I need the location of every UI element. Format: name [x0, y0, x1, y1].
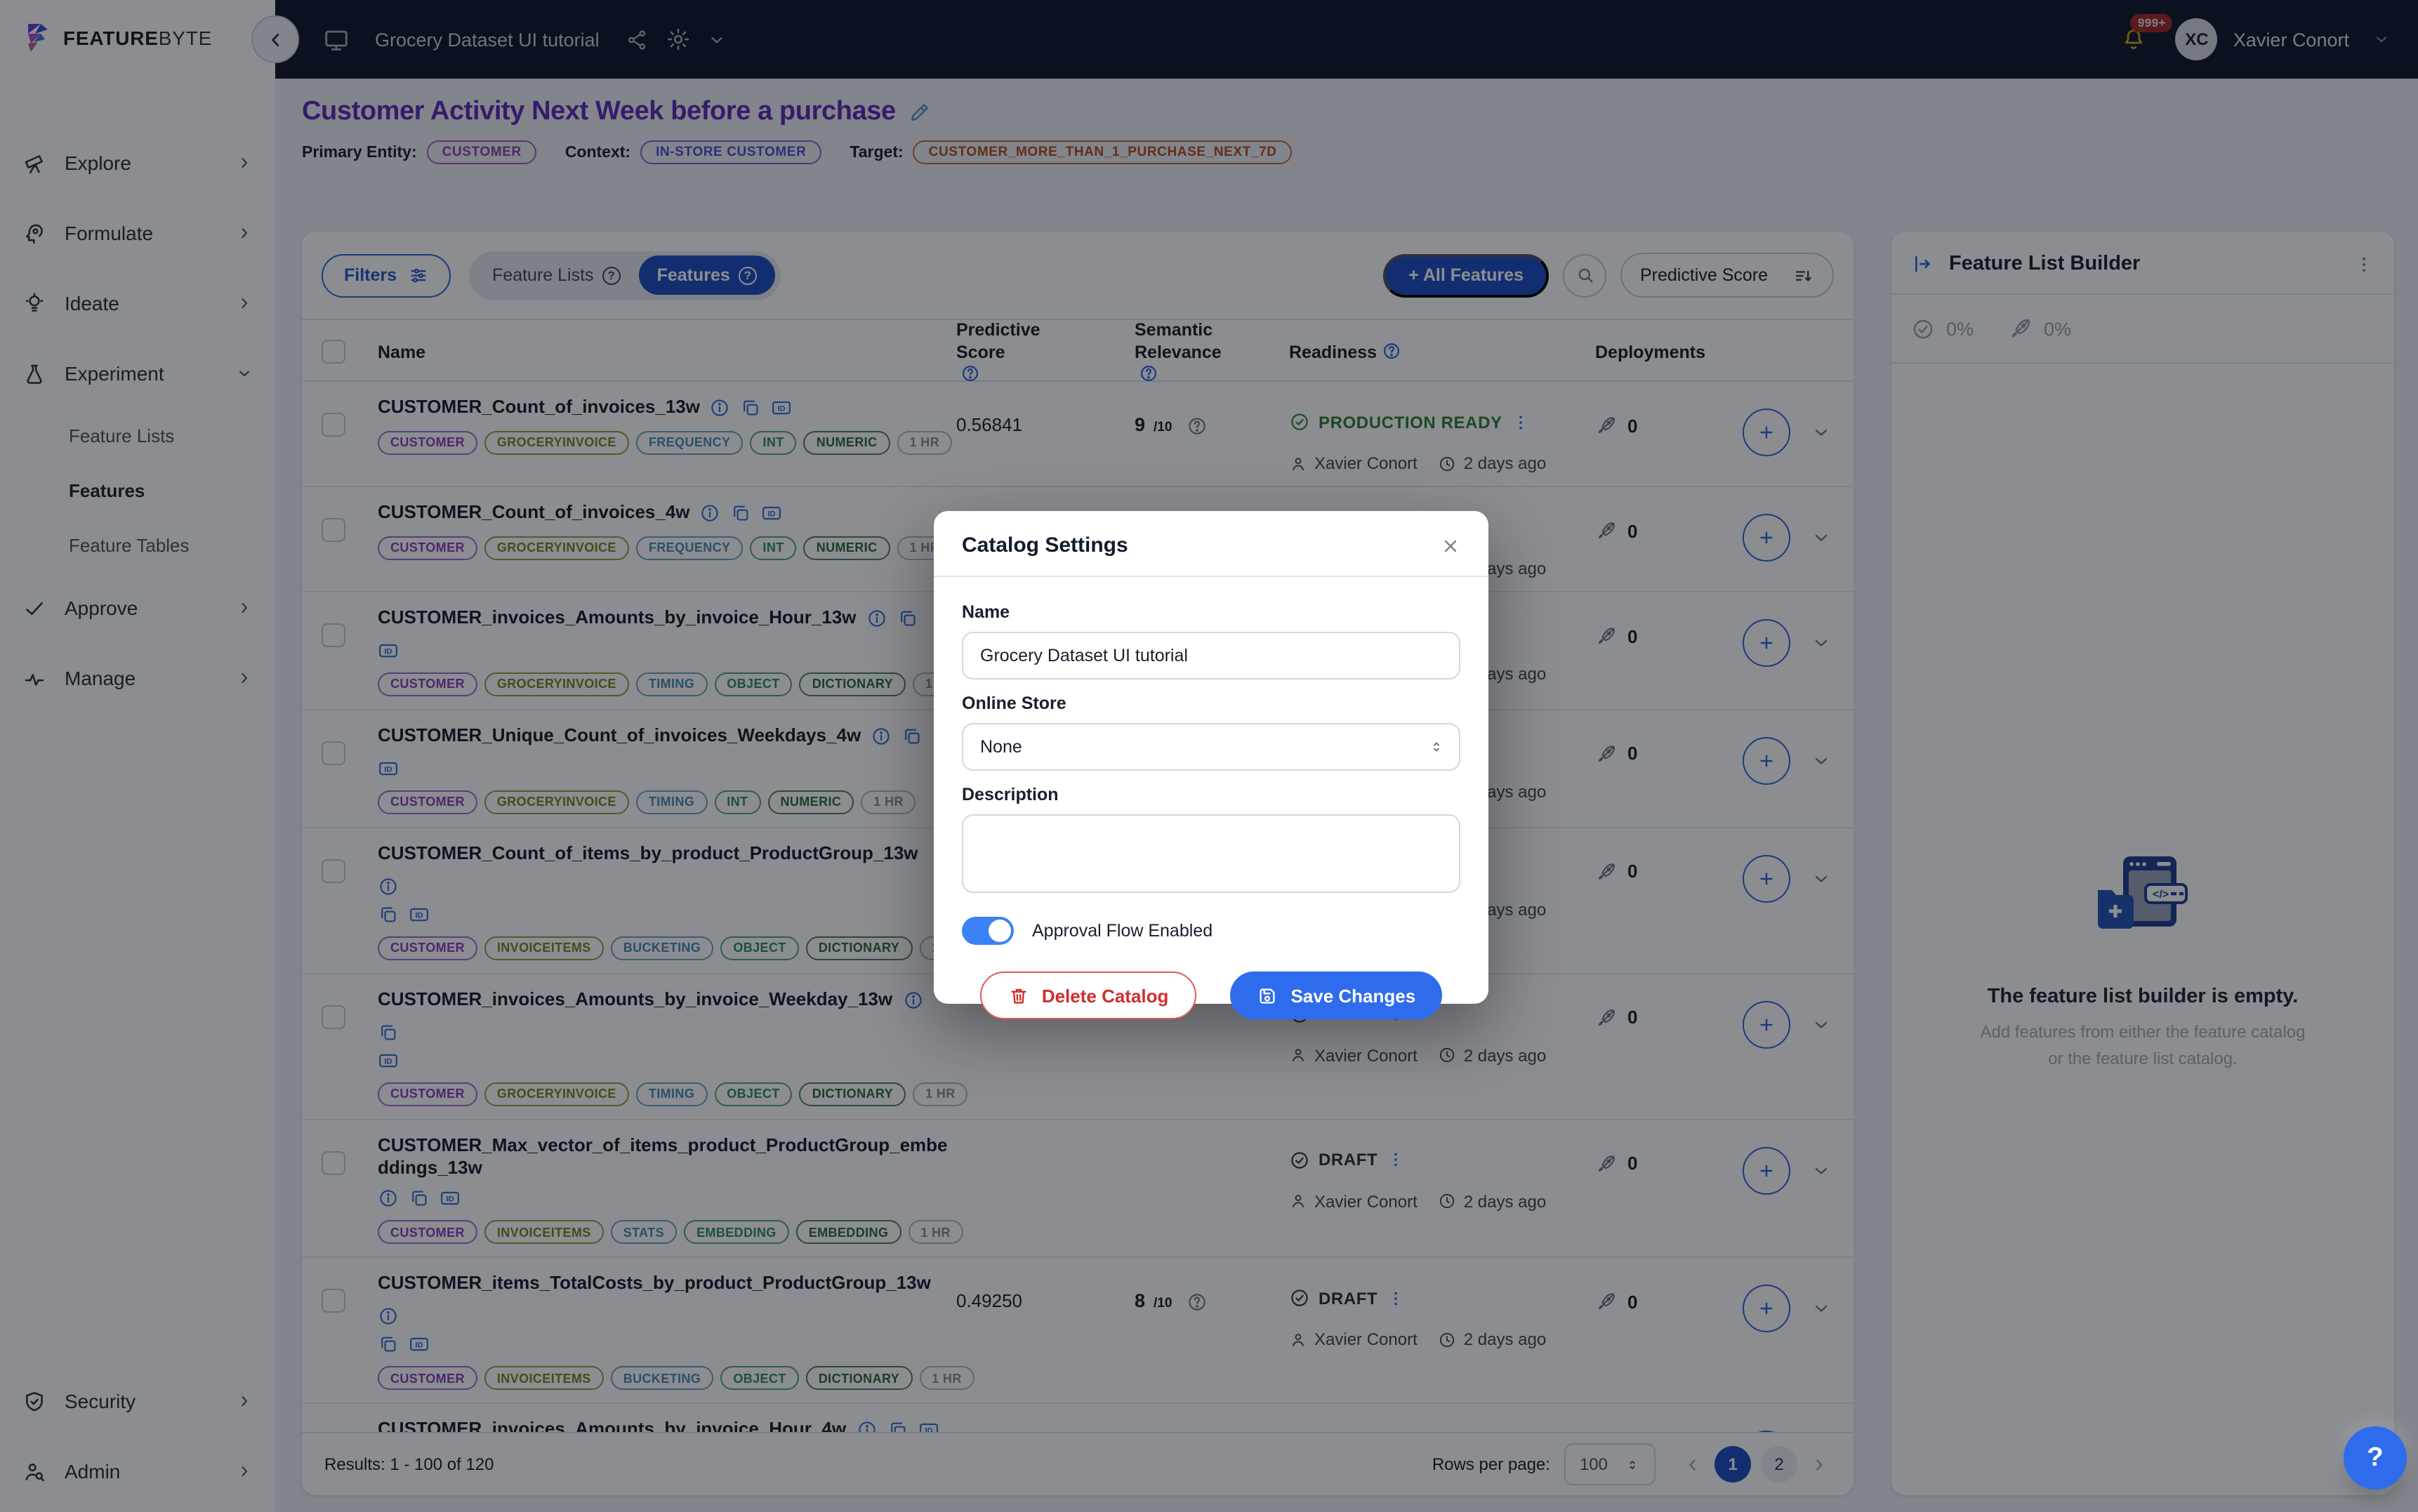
updown-icon	[1428, 738, 1445, 755]
delete-catalog-button[interactable]: Delete Catalog	[980, 971, 1197, 1019]
trash-icon	[1008, 985, 1029, 1006]
description-textarea[interactable]	[962, 814, 1460, 893]
catalog-settings-modal: Catalog Settings Name Online Store None …	[934, 511, 1488, 1004]
help-button[interactable]: ?	[2344, 1426, 2407, 1490]
approval-flow-toggle[interactable]	[962, 917, 1014, 945]
modal-title: Catalog Settings	[962, 533, 1128, 557]
close-icon[interactable]	[1441, 536, 1460, 555]
save-changes-button[interactable]: Save Changes	[1230, 971, 1442, 1019]
description-label: Description	[962, 785, 1460, 804]
name-label: Name	[962, 602, 1460, 622]
online-store-select[interactable]: None	[962, 723, 1460, 771]
app-root: FEATUREBYTE ExploreFormulateIdeateExperi…	[0, 0, 2418, 1512]
floppy-icon	[1257, 985, 1278, 1006]
approval-flow-label: Approval Flow Enabled	[1032, 921, 1213, 941]
catalog-name-input[interactable]	[962, 632, 1460, 679]
online-store-label: Online Store	[962, 694, 1460, 713]
